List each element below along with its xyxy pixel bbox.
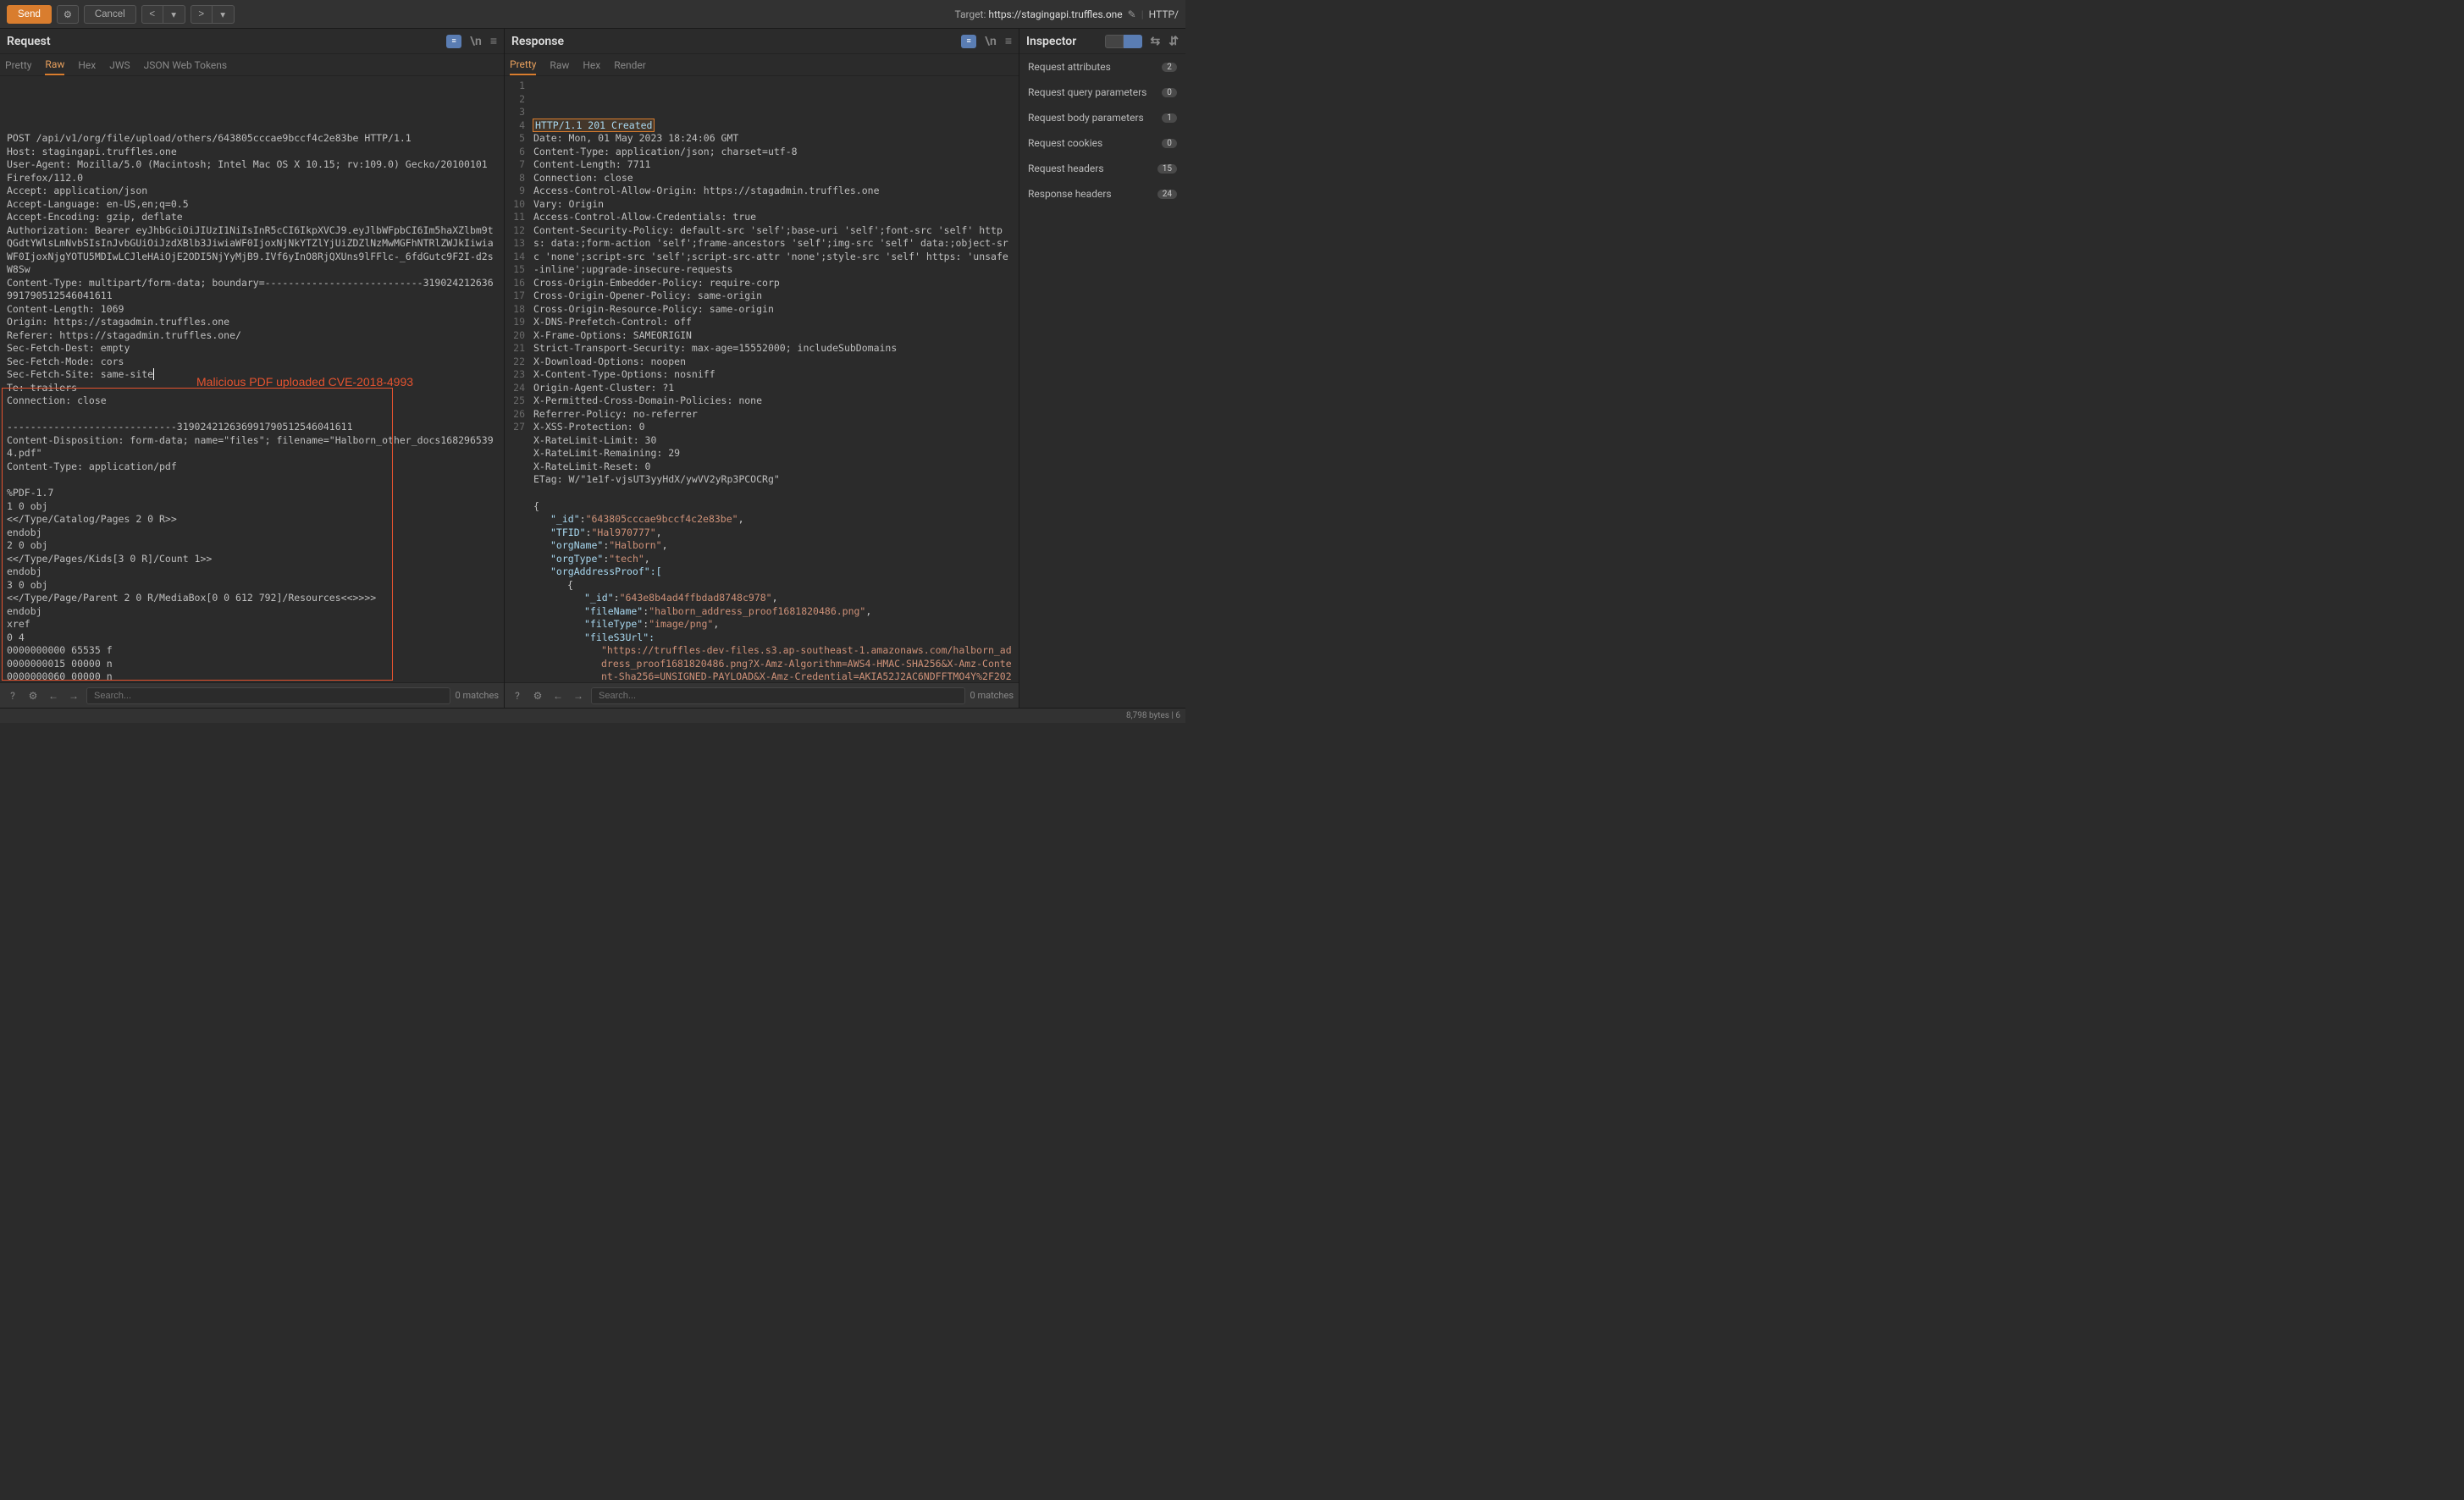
gear-icon: ⚙ [64,8,72,20]
newline-icon[interactable]: \n [470,35,482,48]
arrow-left-icon[interactable]: ← [550,688,566,703]
tab-pretty[interactable]: Pretty [510,55,536,75]
tab-pretty[interactable]: Pretty [5,56,31,74]
arrow-right-icon[interactable]: → [571,688,586,703]
back-menu[interactable]: ▾ [163,5,185,24]
inspector-row-label: Request cookies [1028,137,1102,149]
tab-jws[interactable]: JWS [109,56,130,74]
status-bytes: 8,798 bytes | 6 [1126,711,1180,720]
target-url: https://stagingapi.truffles.one [988,8,1122,20]
gear-icon[interactable]: ⚙ [530,688,545,703]
annotation-text: Malicious PDF uploaded CVE-2018-4993 [196,374,413,390]
main-layout: Request ≡ \n ≡ Pretty Raw Hex JWS JSON W… [0,29,1185,708]
response-pane: Response ≡ \n ≡ Pretty Raw Hex Render 12… [505,29,1019,708]
inspector-row-label: Request headers [1028,163,1104,174]
request-searchbar: ? ⚙ ← → 0 matches [0,682,504,708]
chevron-right-icon: > [198,9,204,19]
display-mode-icon[interactable]: ≡ [446,35,461,48]
request-title: Request ≡ \n ≡ [0,29,504,54]
inspector-row-count: 2 [1162,63,1177,72]
inspector-row-label: Request attributes [1028,61,1111,73]
settings-button[interactable]: ⚙ [57,5,79,24]
display-mode-icon[interactable]: ≡ [961,35,976,48]
caret-down-icon: ▾ [171,8,176,20]
target-label: Target: https://stagingapi.truffles.one [954,8,1122,20]
help-icon[interactable]: ? [510,688,525,703]
request-editor[interactable]: Malicious PDF uploaded CVE-2018-4993 POS… [0,76,504,682]
chevron-left-icon: < [149,9,155,19]
expand-icon[interactable]: ⇆ [1151,35,1161,48]
inspector-row-label: Request body parameters [1028,112,1144,124]
inspector-row-label: Response headers [1028,188,1112,200]
search-input[interactable] [86,687,450,704]
collapse-icon[interactable]: ⇵ [1168,35,1179,48]
match-count: 0 matches [456,690,499,701]
arrow-left-icon[interactable]: ← [46,688,61,703]
inspector-row-count: 0 [1162,139,1177,148]
cancel-button[interactable]: Cancel [84,5,136,24]
tab-render[interactable]: Render [614,56,646,74]
inspector-title: Inspector ⇆ ⇵ [1019,29,1185,54]
response-tabs: Pretty Raw Hex Render [505,54,1019,76]
layout-toggle[interactable] [1105,35,1142,48]
response-title: Response ≡ \n ≡ [505,29,1019,54]
inspector-row-count: 1 [1162,113,1177,123]
pencil-icon[interactable]: ✎ [1128,8,1136,20]
inspector-row-count: 15 [1157,164,1177,174]
request-pane: Request ≡ \n ≡ Pretty Raw Hex JWS JSON W… [0,29,505,708]
caret-down-icon: ▾ [220,8,225,20]
tab-raw[interactable]: Raw [45,55,64,75]
search-input[interactable] [591,687,965,704]
inspector-row-count: 24 [1157,190,1177,199]
statusbar: 8,798 bytes | 6 [0,708,1185,723]
forward-button[interactable]: > [191,5,213,24]
forward-menu[interactable]: ▾ [213,5,235,24]
history-nav: < ▾ [141,5,185,24]
inspector-row-label: Request query parameters [1028,86,1146,98]
menu-icon[interactable]: ≡ [1005,34,1012,48]
newline-icon[interactable]: \n [985,35,997,48]
match-count: 0 matches [970,690,1014,701]
response-editor[interactable]: 1234567891011121314151617181920212223242… [505,76,1019,682]
menu-icon[interactable]: ≡ [490,34,497,48]
tab-raw[interactable]: Raw [550,56,569,74]
history-nav-fwd: > ▾ [191,5,235,24]
inspector-row[interactable]: Response headers 24 [1019,181,1185,207]
response-searchbar: ? ⚙ ← → 0 matches [505,682,1019,708]
tab-hex[interactable]: Hex [583,56,600,74]
inspector-row[interactable]: Request query parameters 0 [1019,80,1185,105]
inspector-row[interactable]: Request cookies 0 [1019,130,1185,156]
protocol-label[interactable]: HTTP/ [1149,8,1179,20]
inspector-row[interactable]: Request headers 15 [1019,156,1185,181]
tab-hex[interactable]: Hex [78,56,96,74]
inspector-row-count: 0 [1162,88,1177,97]
inspector-row[interactable]: Request body parameters 1 [1019,105,1185,130]
back-button[interactable]: < [141,5,163,24]
gear-icon[interactable]: ⚙ [25,688,41,703]
inspector-row[interactable]: Request attributes 2 [1019,54,1185,80]
inspector-pane: Inspector ⇆ ⇵ Request attributes2Request… [1019,29,1185,708]
topbar: Send ⚙ Cancel < ▾ > ▾ Target: https://st… [0,0,1185,29]
arrow-right-icon[interactable]: → [66,688,81,703]
line-gutter: 1234567891011121314151617181920212223242… [505,80,528,434]
tab-json-web-tokens[interactable]: JSON Web Tokens [144,56,227,74]
send-button[interactable]: Send [7,5,52,24]
request-tabs: Pretty Raw Hex JWS JSON Web Tokens [0,54,504,76]
help-icon[interactable]: ? [5,688,20,703]
